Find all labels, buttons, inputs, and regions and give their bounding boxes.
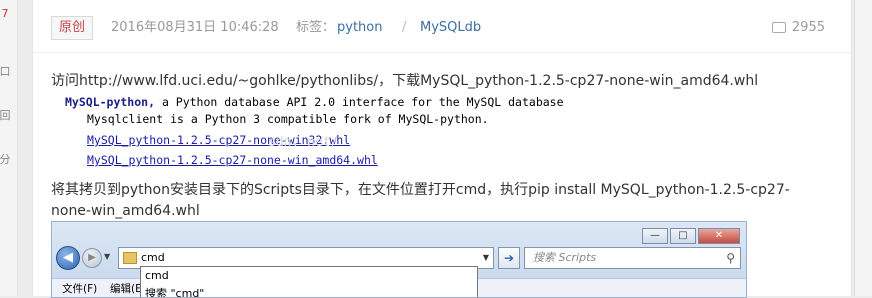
search-icon[interactable]: ⚲: [726, 248, 735, 268]
whl-link-amd64[interactable]: MySQL_python-1.2.5-cp27-none-win_amd64.w…: [87, 152, 378, 169]
eye-icon: [771, 22, 786, 33]
address-dropdown-icon[interactable]: ▼: [483, 248, 489, 268]
maximize-button[interactable]: □: [670, 228, 696, 244]
folder-icon: [123, 252, 137, 264]
watermark: sdn. net/: [268, 135, 339, 150]
original-badge: 原创: [51, 16, 94, 40]
comment-icon[interactable]: 口: [0, 64, 12, 80]
back-button[interactable]: ◀: [56, 246, 80, 270]
autocomplete-item-search[interactable]: 搜索 "cmd": [145, 286, 204, 297]
search-input[interactable]: 搜索 Scripts ⚲: [524, 247, 741, 269]
autocomplete-dropdown: cmd 搜索 "cmd": [140, 266, 478, 297]
tag-link-mysqldb[interactable]: MySQLdb: [420, 16, 481, 40]
history-dropdown-icon[interactable]: ▼: [104, 252, 110, 261]
package-name: MySQL-python,: [65, 95, 156, 109]
meta-divider: [33, 52, 851, 53]
explorer-screenshot: — □ ✕ ◀ ▶ ▼ cmd ▼ ➔ 搜索 Scripts ⚲ 文件(F) 编辑(…: [51, 221, 747, 298]
search-placeholder: 搜索 Scripts: [533, 251, 597, 264]
share-icon[interactable]: 分: [0, 152, 12, 168]
address-value: cmd: [141, 251, 165, 264]
close-button[interactable]: ✕: [698, 228, 740, 244]
forward-button[interactable]: ▶: [82, 248, 102, 268]
minimize-button[interactable]: —: [642, 228, 668, 244]
tags-label: 标签：: [296, 20, 336, 35]
article-title-cut: [33, 0, 533, 4]
page-scrollbar[interactable]: [854, 0, 872, 296]
window-controls: — □ ✕: [640, 223, 740, 244]
menu-file[interactable]: 文件(F): [62, 279, 97, 297]
paragraph-download: 访问http://www.lfd.uci.edu/~gohlke/pythonl…: [51, 73, 759, 89]
package-desc: a Python database API 2.0 interface for …: [155, 95, 564, 109]
left-toolbar: 7 口 回 分: [0, 0, 18, 296]
tag-separator: /: [402, 20, 407, 35]
code-line-1: MySQL-python, a Python database API 2.0 …: [65, 94, 564, 111]
article-card: 原创 2016年08月31日 10:46:28 标签： python / MyS…: [32, 0, 852, 298]
view-count-value: 2955: [791, 20, 825, 35]
publish-date: 2016年08月31日 10:46:28: [111, 20, 279, 35]
autocomplete-item-cmd[interactable]: cmd: [145, 268, 169, 284]
view-count: 2955: [771, 16, 825, 40]
like-icon[interactable]: 7: [0, 6, 12, 22]
code-line-2: Mysqlclient is a Python 3 compatible for…: [87, 112, 489, 126]
paragraph-install: 将其拷贝到python安装目录下的Scripts目录下，在文件位置打开cmd，执…: [51, 182, 790, 219]
tag-link-python[interactable]: python: [337, 16, 382, 40]
go-button[interactable]: ➔: [498, 247, 520, 269]
article-meta: 原创 2016年08月31日 10:46:28 标签： python / MyS…: [51, 16, 833, 40]
favorite-icon[interactable]: 回: [0, 108, 12, 124]
